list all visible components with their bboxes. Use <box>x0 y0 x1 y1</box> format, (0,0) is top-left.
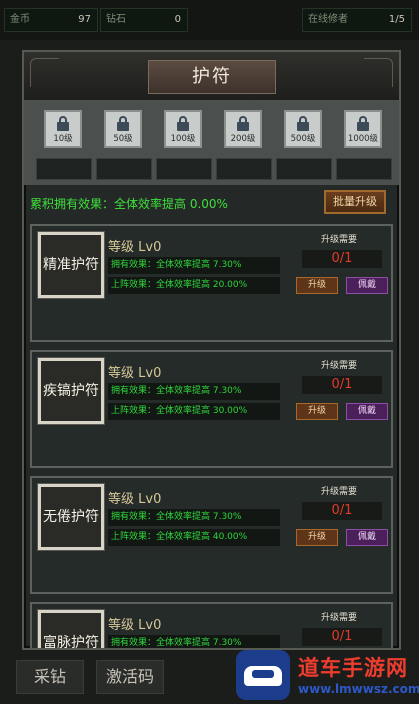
charm-name[interactable]: 富脉护符 <box>37 609 105 648</box>
charm-level: 等级 Lv0 <box>108 366 162 381</box>
upgrade-requirement-value: 0/1 <box>302 250 382 268</box>
watermark-url: www.lmwwsz.com <box>298 682 419 696</box>
charm-name[interactable]: 无倦护符 <box>37 483 105 551</box>
total-effect-summary: 累积拥有效果：全体效率提高 0.00% <box>30 197 228 211</box>
car-logo-icon <box>236 650 290 700</box>
corner-ornament-right <box>364 58 393 87</box>
locked-slot-1000[interactable]: 1000级 <box>344 110 382 148</box>
upgrade-button[interactable]: 升级 <box>296 277 338 294</box>
own-effect: 拥有效果：全体效率提高 7.30% <box>108 383 280 400</box>
panel-title: 护符 <box>148 60 276 94</box>
own-effect: 拥有效果：全体效率提高 7.30% <box>108 257 280 274</box>
lock-icon <box>177 116 189 132</box>
upgrade-button[interactable]: 升级 <box>296 529 338 546</box>
slot-level-label: 100级 <box>170 134 196 144</box>
activation-code-button[interactable]: 激活码 <box>96 660 164 694</box>
site-watermark: 道车手游网 www.lmwwsz.com <box>236 648 419 704</box>
equip-button[interactable]: 佩戴 <box>346 403 388 420</box>
charm-card: 精准护符 等级 Lv0 拥有效果：全体效率提高 7.30% 上阵效果：全体效率提… <box>30 224 393 342</box>
charm-name[interactable]: 精准护符 <box>37 231 105 299</box>
equip-button[interactable]: 佩戴 <box>346 529 388 546</box>
slot-level-label: 10级 <box>53 134 73 144</box>
equip-slot[interactable] <box>276 158 332 180</box>
upgrade-button[interactable]: 升级 <box>296 403 338 420</box>
upgrade-requirement-value: 0/1 <box>302 628 382 646</box>
charm-name[interactable]: 疾镐护符 <box>37 357 105 425</box>
diamond-label: 钻石 <box>106 14 126 25</box>
locked-slot-500[interactable]: 500级 <box>284 110 322 148</box>
online-value: 1/5 <box>388 14 405 25</box>
lock-icon <box>297 116 309 132</box>
charm-card: 无倦护符 等级 Lv0 拥有效果：全体效率提高 7.30% 上阵效果：全体效率提… <box>30 476 393 594</box>
equip-effect: 上阵效果：全体效率提高 30.00% <box>108 403 280 420</box>
equip-slot[interactable] <box>96 158 152 180</box>
slot-level-label: 500级 <box>290 134 316 144</box>
online-stat: 在线修者 1/5 <box>302 8 412 32</box>
corner-ornament-left <box>30 58 59 87</box>
panel-header: 护符 <box>24 52 399 101</box>
locked-slot-10[interactable]: 10级 <box>44 110 82 148</box>
locked-slot-100[interactable]: 100级 <box>164 110 202 148</box>
batch-upgrade-button[interactable]: 批量升级 <box>324 190 386 214</box>
upgrade-requirement-label: 升级需要 <box>321 613 358 623</box>
gold-value: 97 <box>78 14 91 25</box>
diamond-stat: 钻石 0 <box>100 8 188 32</box>
lock-icon <box>357 116 369 132</box>
equip-effect: 上阵效果：全体效率提高 20.00% <box>108 277 280 294</box>
equip-slot[interactable] <box>336 158 392 180</box>
upgrade-requirement-label: 升级需要 <box>321 487 358 497</box>
locked-slot-50[interactable]: 50级 <box>104 110 142 148</box>
upgrade-requirement-value: 0/1 <box>302 502 382 520</box>
equip-button[interactable]: 佩戴 <box>346 277 388 294</box>
upgrade-requirement-label: 升级需要 <box>321 361 358 371</box>
diamond-value: 0 <box>174 14 181 25</box>
slot-level-label: 1000级 <box>347 134 379 144</box>
slot-level-label: 50级 <box>113 134 133 144</box>
charm-level: 等级 Lv0 <box>108 492 162 507</box>
charm-card: 富脉护符 等级 Lv0 拥有效果：全体效率提高 7.30% 升级需要 0/1 <box>30 602 393 648</box>
online-label: 在线修者 <box>308 14 348 25</box>
equip-slot[interactable] <box>36 158 92 180</box>
equip-effect: 上阵效果：全体效率提高 40.00% <box>108 529 280 546</box>
charm-panel: 护符 10级 50级 100级 200级 500级 1000级 累积拥有效果：全… <box>22 50 401 650</box>
top-status-bar: 金币 97 钻石 0 在线修者 1/5 <box>0 0 419 40</box>
upgrade-requirement-value: 0/1 <box>302 376 382 394</box>
charm-card: 疾镐护符 等级 Lv0 拥有效果：全体效率提高 7.30% 上阵效果：全体效率提… <box>30 350 393 468</box>
gold-stat: 金币 97 <box>4 8 98 32</box>
charm-level: 等级 Lv0 <box>108 240 162 255</box>
upgrade-requirement-label: 升级需要 <box>321 235 358 245</box>
charm-level: 等级 Lv0 <box>108 618 162 633</box>
locked-slot-200[interactable]: 200级 <box>224 110 262 148</box>
lock-icon <box>57 116 69 132</box>
lock-icon <box>117 116 129 132</box>
lock-icon <box>237 116 249 132</box>
mine-button[interactable]: 采钻 <box>16 660 84 694</box>
charm-slot-bar: 10级 50级 100级 200级 500级 1000级 <box>24 100 399 185</box>
own-effect: 拥有效果：全体效率提高 7.30% <box>108 509 280 526</box>
slot-level-label: 200级 <box>230 134 256 144</box>
gold-label: 金币 <box>10 14 30 25</box>
equip-slot[interactable] <box>156 158 212 180</box>
watermark-text: 道车手游网 <box>298 656 408 680</box>
equip-slot[interactable] <box>216 158 272 180</box>
